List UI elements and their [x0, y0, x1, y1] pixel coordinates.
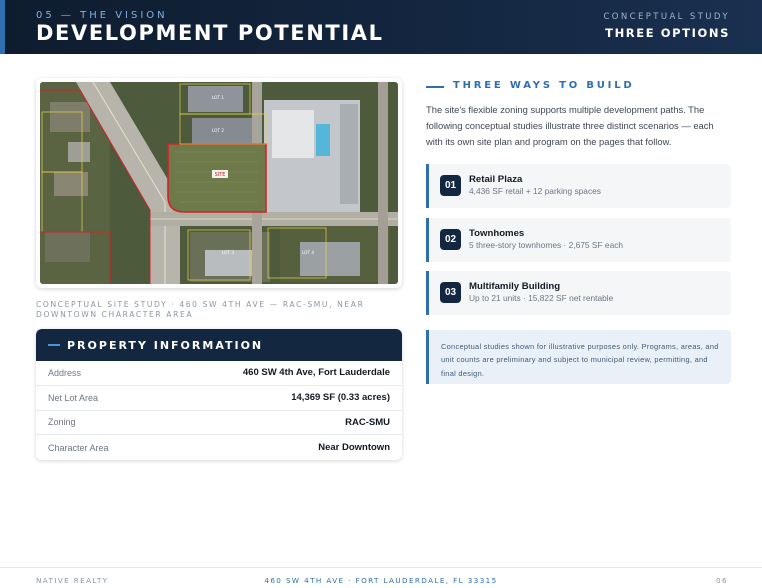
property-row-zoning: Zoning RAC-SMU	[36, 411, 402, 436]
property-key: Zoning	[48, 417, 76, 428]
option-name: Townhomes	[469, 228, 525, 239]
section-intro: The site's flexible zoning supports mult…	[426, 104, 714, 147]
property-info-title: PROPERTY INFORMATION	[67, 339, 264, 352]
option-number-badge: 03	[440, 282, 461, 303]
property-value: 460 SW 4th Ave, Fort Lauderdale	[242, 367, 390, 379]
property-value: RAC-SMU	[345, 416, 390, 428]
option-number-badge: 01	[440, 175, 461, 196]
lot-label: LOT 4	[302, 250, 314, 255]
option-card-multifamily: 03 Multifamily Building Up to 21 units ·…	[426, 271, 731, 315]
property-key: Address	[48, 367, 82, 378]
aerial-site-map: SITE LOT 1 LOT 2 LOT 3 LOT 4	[36, 78, 402, 288]
footer-divider	[0, 567, 762, 568]
aerial-map-image: SITE LOT 1 LOT 2 LOT 3 LOT 4	[40, 82, 398, 284]
property-row-lot-area: Net Lot Area 14,369 SF (0.33 acres)	[36, 386, 402, 411]
property-key: Character Area	[48, 442, 109, 453]
option-description: Up to 21 units · 15,822 SF net rentable	[469, 293, 614, 303]
footer-address: 460 SW 4TH AVE · FORT LAUDERDALE, FL 333…	[264, 576, 498, 585]
option-card-townhomes: 02 Townhomes 5 three-story townhomes · 2…	[426, 218, 731, 262]
option-name: Retail Plaza	[469, 174, 523, 185]
header-right-kicker: CONCEPTUAL STUDY	[603, 12, 730, 22]
disclaimer-note: Conceptual studies shown for illustrativ…	[426, 330, 731, 384]
option-card-retail-plaza: 01 Retail Plaza 4,436 SF retail + 12 par…	[426, 164, 731, 208]
option-number-badge: 02	[440, 229, 461, 250]
lot-label: LOT 3	[222, 250, 234, 255]
property-row-character-area: Character Area Near Downtown	[36, 435, 402, 460]
map-caption: CONCEPTUAL SITE STUDY · 460 SW 4TH AVE —…	[36, 300, 365, 319]
header-accent-line	[48, 344, 60, 346]
property-value: Near Downtown	[318, 442, 390, 454]
header-right-title: THREE OPTIONS	[605, 26, 730, 40]
property-value: 14,369 SF (0.33 acres)	[291, 392, 390, 404]
option-description: 4,436 SF retail + 12 parking spaces	[469, 186, 601, 196]
site-label: SITE	[215, 172, 226, 178]
property-key: Net Lot Area	[48, 392, 99, 403]
section-kicker: 05 — THE VISION	[36, 10, 168, 21]
section-title: THREE WAYS TO BUILD	[453, 80, 635, 91]
option-name: Multifamily Building	[469, 281, 561, 292]
option-description: 5 three-story townhomes · 2,675 SF each	[469, 240, 624, 250]
property-row-address: Address 460 SW 4th Ave, Fort Lauderdale	[36, 361, 402, 386]
section-accent-line	[426, 86, 444, 88]
lot-label: LOT 1	[212, 95, 224, 100]
page-title: DEVELOPMENT POTENTIAL	[36, 21, 384, 45]
property-info-card: PROPERTY INFORMATION Address 460 SW 4th …	[36, 329, 402, 460]
lot-label: LOT 2	[212, 128, 224, 133]
property-info-header: PROPERTY INFORMATION	[36, 329, 402, 361]
header-accent-bar	[0, 0, 5, 54]
page-header: 05 — THE VISION DEVELOPMENT POTENTIAL CO…	[0, 0, 762, 54]
page-number: 06	[716, 576, 728, 585]
